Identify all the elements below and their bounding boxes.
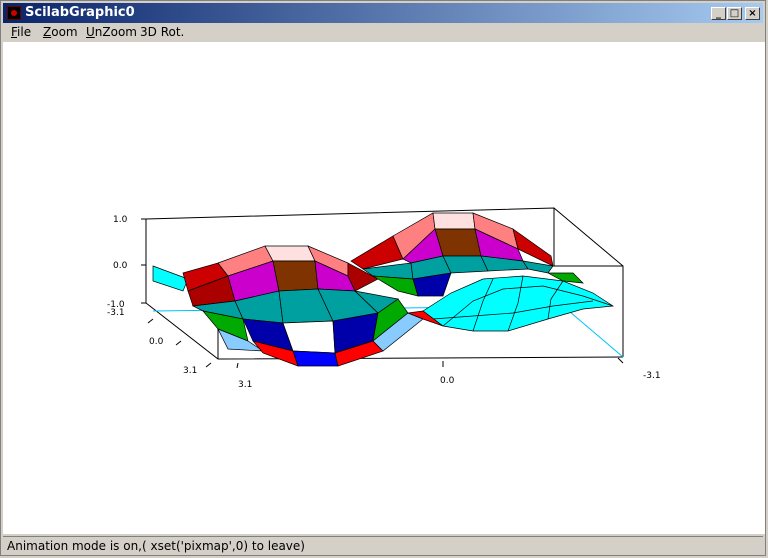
minimize-button[interactable]: _ [711, 7, 726, 20]
surface-plot: 1.0 0.0 -1.0 -3.1 0.0 3.1 3.1 0.0 -3.1 [107, 207, 661, 390]
scilab-graphic-window: ScilabGraphic0 _ □ × File Zoom UnZoom 3D… [0, 0, 766, 556]
menu-3d-rot[interactable]: 3D Rot. [140, 25, 184, 39]
z-tick-label: 1.0 [113, 215, 128, 225]
menu-file[interactable]: File [11, 25, 31, 39]
graphic-canvas[interactable]: 1.0 0.0 -1.0 -3.1 0.0 3.1 3.1 0.0 -3.1 [3, 42, 765, 534]
y-tick-label: 0.0 [149, 337, 164, 347]
window-title: ScilabGraphic0 [25, 5, 135, 20]
title-bar[interactable]: ScilabGraphic0 _ □ × [3, 3, 763, 23]
status-bar: Animation mode is on,( xset('pixmap',0) … [3, 536, 763, 555]
menu-unzoom[interactable]: UnZoom [86, 25, 137, 39]
y-tick-label: 3.1 [183, 366, 197, 376]
x-tick-label: 0.0 [440, 376, 455, 386]
menu-bar: File Zoom UnZoom 3D Rot. [3, 23, 763, 42]
status-message: Animation mode is on,( xset('pixmap',0) … [7, 539, 305, 553]
app-icon[interactable] [7, 6, 21, 20]
close-button[interactable]: × [745, 7, 760, 20]
x-tick-label: 3.1 [238, 380, 252, 390]
menu-zoom[interactable]: Zoom [43, 25, 78, 39]
maximize-button[interactable]: □ [727, 7, 742, 20]
y-tick-label: -3.1 [107, 308, 125, 318]
x-tick-label: -3.1 [643, 371, 661, 381]
z-tick-label: 0.0 [113, 261, 128, 271]
